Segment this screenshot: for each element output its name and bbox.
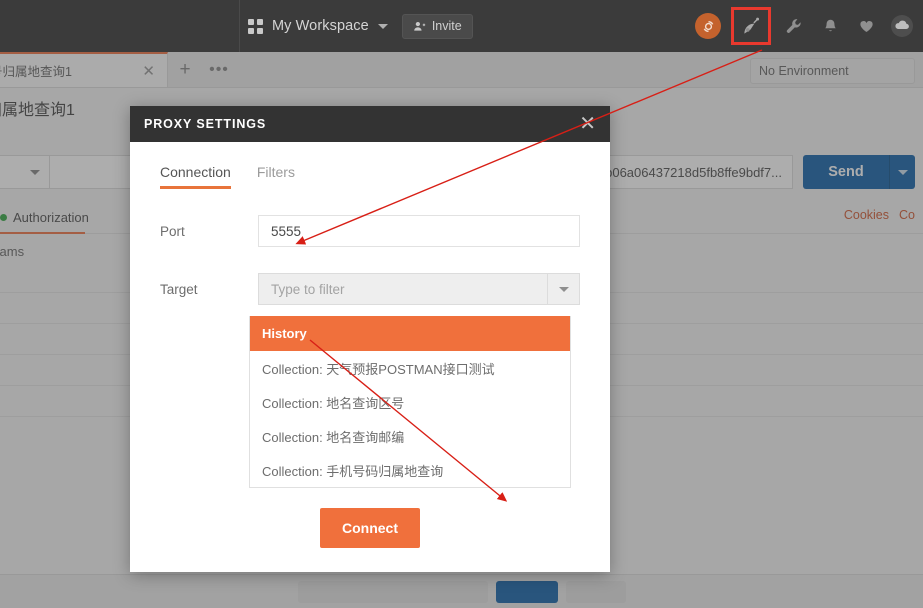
workspace-label: My Workspace [272,18,369,34]
modal-header: PROXY SETTINGS ✕ [130,106,610,142]
heart-icon[interactable] [853,13,879,39]
chevron-down-icon[interactable] [377,23,388,29]
invite-button[interactable]: Invite [401,13,473,39]
connect-button-wrap: Connect [130,508,610,548]
top-bar-left-spacer [0,0,240,52]
dropdown-item-collection[interactable]: Collection: 手机号码归属地查询 [250,453,570,487]
sync-icon[interactable] [695,13,721,39]
chevron-down-icon[interactable] [547,274,579,304]
bell-icon[interactable] [817,13,843,39]
target-label: Target [160,281,198,297]
port-label: Port [160,223,185,239]
invite-label: Invite [431,19,462,33]
port-row: Port 5555 [130,215,610,247]
people-icon [414,21,426,31]
port-input[interactable]: 5555 [258,215,580,247]
grid-icon [248,18,263,34]
top-bar: My Workspace Invite [0,0,923,52]
tab-filters[interactable]: Filters [257,164,295,189]
tab-connection[interactable]: Connection [160,164,231,189]
target-input[interactable]: Type to filter [258,273,580,305]
satellite-dish-icon [743,17,759,34]
modal-tabs: Connection Filters [130,142,610,189]
top-bar-icons [695,7,923,45]
modal-title: PROXY SETTINGS [144,117,267,131]
dropdown-item-collection[interactable]: Collection: 地名查询邮编 [250,419,570,453]
dropdown-item-collection[interactable]: Collection: 地名查询区号 [250,385,570,419]
dropdown-item-collection[interactable]: Collection: 天气预报POSTMAN接口测试 [250,351,570,385]
target-dropdown-list: History Collection: 天气预报POSTMAN接口测试 Coll… [249,316,571,488]
target-placeholder: Type to filter [271,281,345,297]
port-value: 5555 [271,223,302,239]
close-icon[interactable]: ✕ [579,114,596,134]
target-row: Target Type to filter [130,273,610,305]
postman-app-window: My Workspace Invite 归属地查询1 ✕ + ••• No En… [0,0,923,608]
dropdown-item-history[interactable]: History [250,316,570,351]
wrench-icon[interactable] [781,13,807,39]
satellite-dish-icon-highlight[interactable] [731,7,771,45]
workspace-selector[interactable]: My Workspace [248,18,388,34]
cloud-icon[interactable] [889,13,915,39]
connect-button[interactable]: Connect [320,508,420,548]
